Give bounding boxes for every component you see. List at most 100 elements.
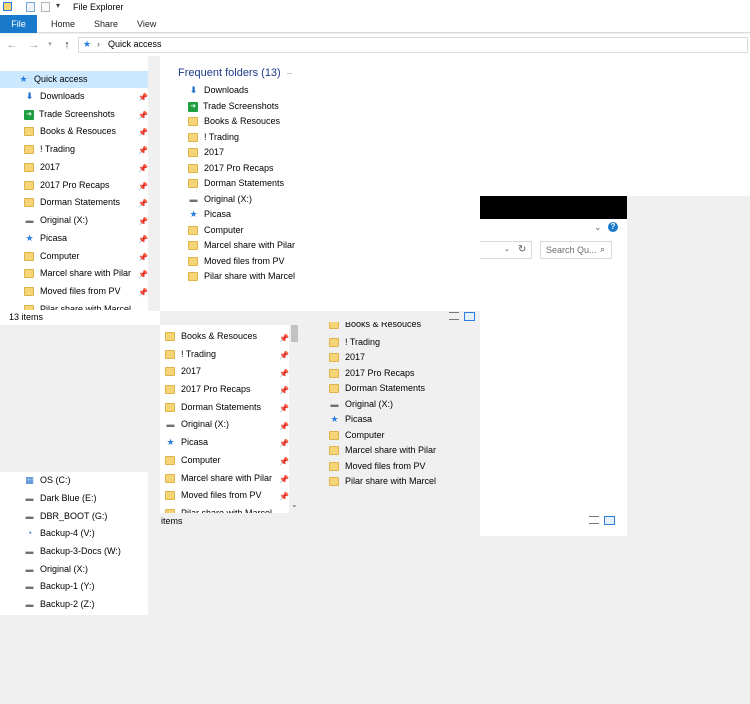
- drive-item[interactable]: ▬ Dark Blue (E:): [24, 490, 97, 507]
- chevron-down-icon[interactable]: ⌄: [594, 222, 602, 233]
- list-item[interactable]: Dorman Statements: [165, 399, 261, 416]
- qat-dropdown-icon[interactable]: ▾: [56, 1, 60, 10]
- list-item-label: 2017: [204, 147, 225, 157]
- properties-icon[interactable]: [26, 2, 35, 12]
- pin-icon[interactable]: 📌: [138, 128, 148, 137]
- drive-item[interactable]: ▦ OS (C:): [24, 472, 70, 489]
- frequent-folders-heading[interactable]: Frequent folders (13): [178, 67, 292, 79]
- list-item[interactable]: 2017: [165, 363, 201, 380]
- list-item-label: Dorman Statements: [345, 383, 426, 393]
- list-item[interactable]: ▬ Original (X:): [165, 416, 230, 433]
- pin-icon[interactable]: 📌: [138, 164, 148, 173]
- list-item[interactable]: Pilar share with Marcel: [329, 473, 436, 490]
- list-item[interactable]: 2017: [329, 349, 365, 366]
- list-item[interactable]: Pilar share with Marcel: [165, 505, 272, 513]
- pin-icon[interactable]: 📌: [138, 288, 148, 297]
- list-item[interactable]: Moved files from PV: [165, 487, 262, 504]
- pin-icon[interactable]: 📌: [138, 235, 148, 244]
- list-item[interactable]: Books & Resouces: [188, 113, 280, 130]
- drive-item[interactable]: ◔ Backup-4 (V:): [24, 525, 95, 542]
- sidebar-item[interactable]: Moved files from PV: [24, 283, 121, 300]
- pin-icon[interactable]: 📌: [138, 93, 148, 102]
- drive-item[interactable]: ▬ Backup-2 (Z:): [24, 596, 95, 613]
- recent-dropdown-icon[interactable]: ▾: [44, 38, 56, 52]
- drive-item[interactable]: ▬ Backup-3-Docs (W:): [24, 543, 121, 560]
- sidebar-item[interactable]: Pilar share with Marcel: [24, 301, 131, 310]
- tab-share[interactable]: Share: [94, 15, 118, 33]
- sidebar-item-quick-access[interactable]: ★ Quick access: [18, 71, 87, 88]
- tab-view[interactable]: View: [137, 15, 156, 33]
- tab-home[interactable]: Home: [51, 15, 75, 33]
- pin-icon[interactable]: 📌: [279, 457, 289, 466]
- list-item[interactable]: Marcel share with Pilar: [329, 442, 436, 459]
- list-item[interactable]: 2017: [188, 144, 224, 161]
- sidebar-item[interactable]: Marcel share with Pilar: [24, 265, 131, 282]
- pin-icon[interactable]: 📌: [279, 422, 289, 431]
- pin-icon[interactable]: 📌: [279, 334, 289, 343]
- list-item[interactable]: Dorman Statements: [188, 175, 284, 192]
- list-item[interactable]: Dorman Statements: [329, 380, 425, 397]
- large-icons-view-icon[interactable]: [604, 516, 615, 525]
- sidebar-item[interactable]: ★ Picasa: [24, 230, 67, 247]
- list-item[interactable]: Pilar share with Marcel: [188, 268, 295, 285]
- sidebar-item[interactable]: Books & Resouces: [24, 123, 116, 140]
- list-item[interactable]: ! Trading: [165, 346, 216, 363]
- folder-icon: [165, 332, 175, 341]
- breadcrumb-quick-access[interactable]: Quick access: [108, 39, 162, 49]
- pin-icon[interactable]: 📌: [279, 492, 289, 501]
- sidebar-item[interactable]: ⬇ Downloads: [24, 88, 85, 105]
- list-item-label: Marcel share with Pilar: [181, 473, 273, 483]
- pin-icon[interactable]: 📌: [138, 199, 148, 208]
- sidebar-item[interactable]: Dorman Statements: [24, 194, 120, 211]
- list-item[interactable]: 2017 Pro Recaps: [165, 381, 251, 398]
- scrollbar-thumb[interactable]: [291, 325, 298, 342]
- list-item[interactable]: ★ Picasa: [165, 434, 208, 451]
- new-folder-icon[interactable]: [41, 2, 50, 12]
- sidebar-item[interactable]: ▬ Original (X:): [24, 212, 89, 229]
- nav-scrollbar[interactable]: [148, 56, 160, 704]
- list-item[interactable]: Computer: [165, 452, 221, 469]
- list-item[interactable]: ★ Picasa: [329, 411, 372, 428]
- help-icon[interactable]: ?: [608, 222, 618, 232]
- drive-item[interactable]: ▬ Original (X:): [24, 561, 89, 578]
- ghost-address-bar[interactable]: ⌄ ↻: [480, 241, 532, 259]
- up-arrow-icon[interactable]: ↑: [61, 38, 73, 52]
- list-item[interactable]: Books & Resouces: [165, 328, 257, 345]
- drive-item[interactable]: ▬ DBR_BOOT (G:): [24, 508, 108, 525]
- back-arrow-icon[interactable]: ←: [6, 38, 18, 52]
- pin-icon[interactable]: 📌: [138, 146, 148, 155]
- pin-icon[interactable]: 📌: [279, 439, 289, 448]
- pin-icon[interactable]: 📌: [279, 351, 289, 360]
- tab-file[interactable]: File: [0, 15, 37, 33]
- list-item[interactable]: Marcel share with Pilar: [188, 237, 295, 254]
- sidebar-item[interactable]: Computer: [24, 248, 80, 265]
- dropdown-arrow-icon[interactable]: ⌄: [504, 245, 510, 253]
- pin-icon[interactable]: 📌: [138, 111, 148, 120]
- list-item[interactable]: Marcel share with Pilar: [165, 470, 272, 487]
- ghost-nav-scrollbar[interactable]: ⌄: [289, 325, 300, 513]
- sidebar-item[interactable]: 2017 Pro Recaps: [24, 177, 110, 194]
- address-bar[interactable]: ★ › Quick access: [78, 37, 748, 53]
- list-item[interactable]: Books & Resouces: [329, 322, 421, 332]
- refresh-icon[interactable]: ↻: [518, 244, 526, 255]
- details-view-icon[interactable]: [589, 516, 599, 524]
- list-item[interactable]: ★ Picasa: [188, 206, 231, 223]
- large-icons-view-icon[interactable]: [464, 312, 475, 321]
- pin-icon[interactable]: 📌: [279, 369, 289, 378]
- pin-icon[interactable]: 📌: [279, 404, 289, 413]
- sidebar-item[interactable]: ! Trading: [24, 141, 75, 158]
- ghost-search-box[interactable]: Search Qu... ⌕: [540, 241, 612, 259]
- scroll-down-arrow-icon[interactable]: ⌄: [291, 500, 298, 509]
- list-item[interactable]: ⬇ Downloads: [188, 82, 249, 99]
- pin-icon[interactable]: 📌: [279, 386, 289, 395]
- drive-item[interactable]: ▬ Backup-1 (Y:): [24, 578, 95, 595]
- pin-icon[interactable]: 📌: [138, 253, 148, 262]
- sidebar-item[interactable]: ➔ Trade Screenshots: [24, 106, 115, 123]
- pin-icon[interactable]: 📌: [138, 217, 148, 226]
- details-view-icon[interactable]: [449, 312, 459, 320]
- forward-arrow-icon[interactable]: →: [28, 38, 40, 52]
- pin-icon[interactable]: 📌: [279, 475, 289, 484]
- pin-icon[interactable]: 📌: [138, 270, 148, 279]
- pin-icon[interactable]: 📌: [138, 182, 148, 191]
- sidebar-item[interactable]: 2017: [24, 159, 60, 176]
